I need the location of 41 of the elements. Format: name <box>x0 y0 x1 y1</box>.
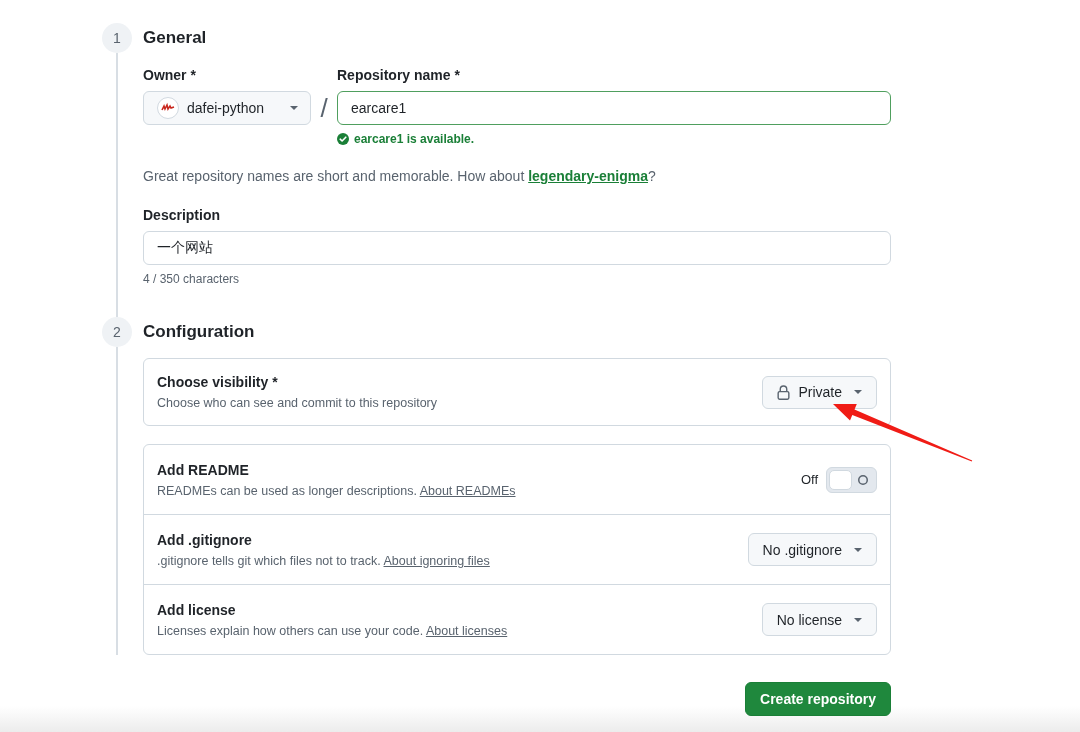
caret-icon <box>854 547 862 552</box>
help-link[interactable]: About ignoring files <box>383 553 490 568</box>
repository-name-field[interactable]: earcare1 <box>337 91 891 125</box>
help-link[interactable]: About licenses <box>425 623 508 638</box>
option-dropdown[interactable]: No license <box>761 603 877 636</box>
availability-message: earcare1 is available. <box>354 131 475 148</box>
setting-description: Licenses explain how others can use your code. About licenses <box>157 622 508 640</box>
visibility-dropdown[interactable]: Private <box>762 375 877 409</box>
circle-icon <box>858 474 868 485</box>
setting-title: Choose visibility * <box>157 373 278 392</box>
toggle-state-label: Off <box>800 472 818 487</box>
help-link[interactable]: About READMEs <box>419 483 516 498</box>
avatar-icon <box>157 97 179 119</box>
owner-separator: / <box>319 93 329 123</box>
create-repository-button[interactable]: Create repository <box>745 682 891 716</box>
option-dropdown[interactable]: No .gitignore <box>747 533 877 566</box>
caret-icon <box>854 617 862 622</box>
character-counter: 4 / 350 characters <box>143 271 240 288</box>
setting-description: READMEs can be used as longer descriptions. About READMEs <box>157 482 516 500</box>
step-number: 2 <box>102 317 132 347</box>
field-label: Description <box>143 206 220 225</box>
field-label: Owner * <box>143 66 196 85</box>
toggle-knob[interactable] <box>829 469 852 490</box>
setting-description: .gitignore tells git which files not to track. About ignoring files <box>157 552 490 570</box>
step-number: 1 <box>102 23 132 53</box>
lock-icon <box>777 384 791 400</box>
setting-title: Add .gitignore <box>157 530 252 550</box>
owner-dropdown[interactable]: dafei-python <box>143 91 311 125</box>
field-label: Repository name * <box>337 66 460 85</box>
section-title: Configuration <box>143 321 255 343</box>
description-field[interactable]: 一个网站 <box>143 231 891 265</box>
toggle-switch[interactable] <box>826 466 877 493</box>
suggestion-link[interactable]: legendary-enigma <box>528 168 648 184</box>
setting-description: Choose who can see and commit to this repository <box>157 395 437 412</box>
caret-icon <box>854 390 862 394</box>
name-suggestion-text: Great repository names are short and memorable. How about legendary-enigma? <box>143 167 656 186</box>
caret-icon <box>290 106 298 110</box>
setting-title: Add license <box>157 600 236 620</box>
check-circle-icon <box>337 133 349 145</box>
section-title: General <box>143 27 207 49</box>
setting-title: Add README <box>157 460 249 480</box>
